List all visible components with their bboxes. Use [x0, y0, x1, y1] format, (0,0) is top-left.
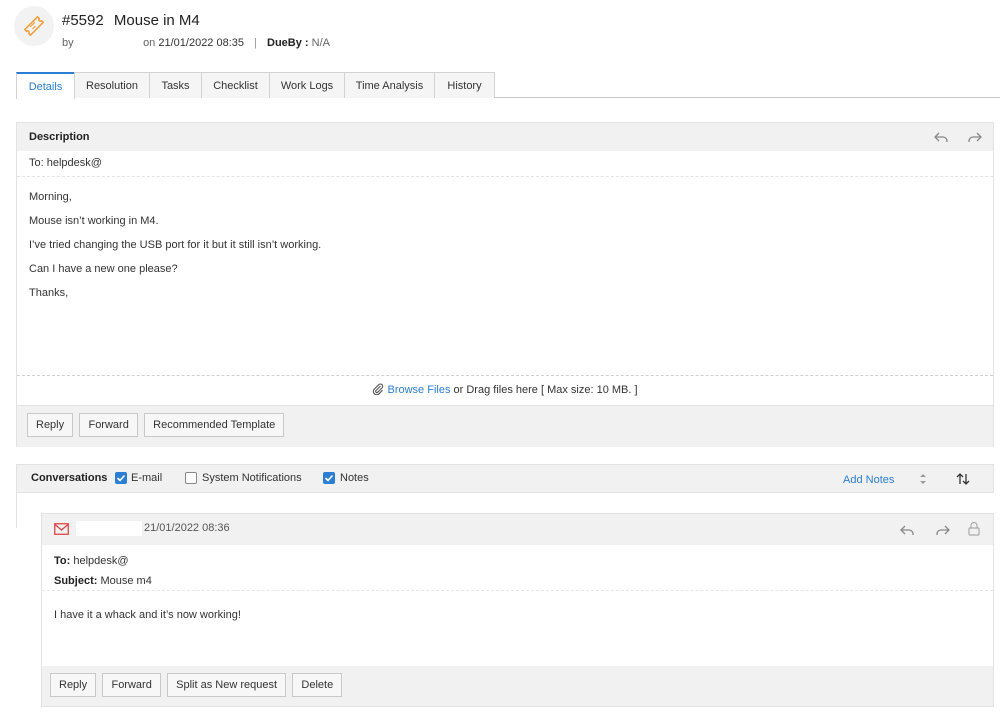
paperclip-icon — [373, 383, 384, 396]
conversation-body: I have it a whack and it’s now working! — [42, 591, 993, 668]
conversation-header: 21/01/2022 08:36 — [42, 514, 993, 545]
add-notes-link[interactable]: Add Notes — [843, 474, 894, 486]
dueby-label: DueBy : — [267, 37, 309, 49]
tab-details[interactable]: Details — [16, 72, 75, 99]
conversation-subject-line: Subject: Mouse m4 — [54, 571, 981, 591]
mail-icon — [54, 523, 69, 535]
lock-icon[interactable] — [968, 521, 980, 536]
tab-work-logs[interactable]: Work Logs — [269, 72, 345, 98]
description-line: I’ve tried changing the USB port for it … — [29, 239, 322, 251]
conversation-meta: To: helpdesk@ Subject: Mouse m4 — [42, 545, 993, 591]
forward-icon[interactable] — [935, 522, 951, 538]
conversation-actions: Reply Forward Split as New request Delet… — [42, 666, 993, 706]
system-notifications-filter-checkbox[interactable] — [185, 472, 197, 484]
attachment-dropzone[interactable]: Browse Files or Drag files here [ Max si… — [17, 375, 993, 405]
expand-collapse-icon[interactable] — [917, 472, 929, 486]
check-icon — [324, 474, 334, 482]
system-notifications-filter-label[interactable]: System Notifications — [202, 472, 302, 484]
check-icon — [116, 474, 126, 482]
description-actions: Reply Forward Recommended Template — [17, 405, 993, 447]
tab-bar: Details Resolution Tasks Checklist Work … — [16, 72, 1000, 99]
created-date: 21/01/2022 08:35 — [158, 37, 245, 49]
notes-filter-checkbox[interactable] — [323, 472, 335, 484]
sender-name — [76, 521, 142, 536]
email-filter-checkbox[interactable] — [115, 472, 127, 484]
requester-by-label: by — [62, 37, 74, 49]
conversation-reply-button[interactable]: Reply — [50, 673, 97, 697]
description-line: Mouse isn’t working in M4. — [29, 215, 159, 227]
description-line: Morning, — [29, 191, 72, 203]
ticket-id: #5592 — [62, 12, 104, 29]
tab-tasks[interactable]: Tasks — [149, 72, 202, 98]
browse-files-link[interactable]: Browse Files — [388, 384, 451, 396]
description-line: Can I have a new one please? — [29, 263, 178, 275]
forward-button[interactable]: Forward — [79, 413, 138, 437]
ticket-icon — [14, 6, 54, 46]
to-label: To: — [54, 555, 71, 567]
description-header: Description — [17, 123, 993, 151]
description-panel: Description To: helpdesk@ Morning, Mouse… — [16, 122, 994, 447]
sort-order-icon[interactable] — [955, 472, 971, 486]
conversations-bar: Conversations E-mail System Notification… — [16, 464, 994, 493]
tab-history[interactable]: History — [434, 72, 495, 98]
tab-time-analysis[interactable]: Time Analysis — [344, 72, 435, 98]
to-value: helpdesk@ — [73, 555, 129, 567]
attachment-hint: or Drag files here [ Max size: 10 MB. ] — [453, 384, 638, 396]
reply-icon[interactable] — [933, 129, 949, 145]
description-title: Description — [29, 131, 90, 143]
description-to-line: To: helpdesk@ — [17, 151, 993, 177]
subject-label: Subject: — [54, 575, 98, 587]
reply-button[interactable]: Reply — [27, 413, 74, 437]
page-title: #5592 Mouse in M4 — [62, 12, 200, 29]
dueby-value: N/A — [311, 37, 330, 49]
ticket-meta: by on 21/01/2022 08:35 | DueBy : N/A — [62, 37, 330, 49]
email-filter-label[interactable]: E-mail — [131, 472, 162, 484]
tab-resolution[interactable]: Resolution — [74, 72, 150, 98]
subject-value: Mouse m4 — [100, 575, 152, 587]
conversations-label: Conversations — [31, 472, 108, 484]
split-as-new-request-button[interactable]: Split as New request — [167, 673, 287, 697]
tab-checklist[interactable]: Checklist — [201, 72, 270, 98]
delete-button[interactable]: Delete — [292, 673, 343, 697]
description-body: Morning, Mouse isn’t working in M4. I’ve… — [17, 177, 993, 375]
conversation-date: 21/01/2022 08:36 — [144, 522, 230, 534]
on-label: on — [143, 37, 156, 49]
meta-separator: | — [254, 37, 257, 49]
ticket-subject: Mouse in M4 — [113, 12, 200, 29]
reply-icon[interactable] — [899, 522, 915, 538]
notes-filter-label[interactable]: Notes — [340, 472, 369, 484]
description-line: Thanks, — [29, 287, 69, 299]
conversation-item: 21/01/2022 08:36 To: helpdesk@ Subject: … — [41, 513, 994, 707]
recommended-template-button[interactable]: Recommended Template — [144, 413, 285, 437]
conversation-to-line: To: helpdesk@ — [54, 551, 981, 571]
conversation-forward-button[interactable]: Forward — [102, 673, 161, 697]
forward-icon[interactable] — [967, 129, 983, 145]
ticket-header: #5592 Mouse in M4 by on 21/01/2022 08:35… — [14, 6, 974, 56]
